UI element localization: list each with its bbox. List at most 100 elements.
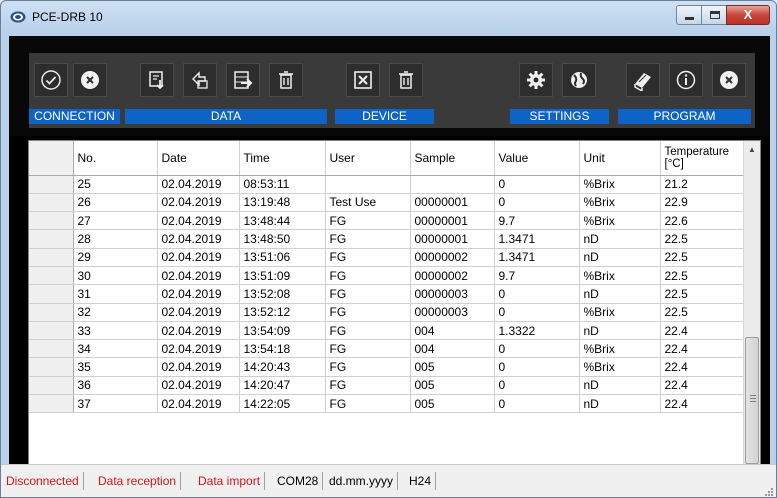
cell-time[interactable]: 13:48:50 (239, 229, 326, 249)
table-row[interactable]: 30 02.04.2019 13:51:09 FG 00000002 9.7 %Brix 22… (29, 266, 745, 286)
table-row[interactable]: 28 02.04.2019 13:48:50 FG 00000001 1.3471 nD 22… (29, 229, 745, 249)
cell-value[interactable]: 0 (494, 339, 580, 359)
column-header-temperature[interactable]: Temperature [°C] (660, 141, 745, 176)
cell-sample[interactable]: 00000003 (410, 303, 495, 322)
cell-temperature[interactable]: 22.4 (660, 339, 745, 359)
cell-temperature[interactable]: 22.4 (660, 357, 745, 377)
cell-date[interactable]: 02.04.2019 (157, 175, 240, 194)
cell-user[interactable]: FG (325, 357, 411, 377)
row-header[interactable] (29, 303, 74, 322)
info-button[interactable] (669, 63, 703, 97)
cell-user[interactable]: FG (325, 248, 411, 267)
cell-time[interactable]: 13:54:09 (239, 321, 326, 341)
cell-date[interactable]: 02.04.2019 (157, 193, 240, 213)
cell-sample[interactable]: 00000002 (410, 248, 495, 267)
cell-value[interactable]: 0 (494, 284, 580, 304)
cell-user[interactable]: FG (325, 321, 411, 341)
cell-date[interactable]: 02.04.2019 (157, 303, 240, 322)
exit-button[interactable] (712, 63, 746, 97)
cell-user[interactable]: FG (325, 229, 411, 249)
cell-unit[interactable]: nD (579, 229, 661, 249)
cell-no[interactable]: 33 (73, 321, 158, 341)
cell-date[interactable]: 02.04.2019 (157, 248, 240, 267)
cell-sample[interactable]: 005 (410, 357, 495, 377)
cell-unit[interactable]: %Brix (579, 303, 661, 322)
device-read-button[interactable] (346, 63, 380, 97)
cell-time[interactable]: 08:53:11 (239, 175, 326, 194)
row-header[interactable] (29, 229, 74, 249)
cell-time[interactable]: 13:51:06 (239, 248, 326, 267)
cell-temperature[interactable]: 22.4 (660, 394, 745, 414)
column-header-no[interactable]: No. (73, 141, 158, 176)
row-header[interactable] (29, 175, 74, 194)
row-header[interactable] (29, 284, 74, 304)
table-row[interactable]: 25 02.04.2019 08:53:11 0 %Brix 21.2 (29, 175, 745, 194)
cell-date[interactable]: 02.04.2019 (157, 321, 240, 341)
cell-temperature[interactable]: 22.4 (660, 321, 745, 341)
maximize-button[interactable] (701, 5, 727, 25)
cell-time[interactable]: 13:19:48 (239, 193, 326, 213)
row-header[interactable] (29, 193, 74, 213)
cell-no[interactable]: 34 (73, 339, 158, 359)
cell-time[interactable]: 14:22:05 (239, 394, 326, 414)
table-row[interactable]: 34 02.04.2019 13:54:18 FG 004 0 %Brix 22.4 (29, 339, 745, 359)
cell-sample[interactable] (410, 175, 495, 194)
cell-unit[interactable]: %Brix (579, 193, 661, 213)
cell-unit[interactable]: nD (579, 394, 661, 414)
cell-time[interactable]: 13:52:12 (239, 303, 326, 322)
disconnect-button[interactable] (73, 63, 107, 97)
cell-value[interactable]: 9.7 (494, 211, 580, 231)
cell-sample[interactable]: 00000002 (410, 266, 495, 286)
table-row[interactable]: 36 02.04.2019 14:20:47 FG 005 0 nD 22.4 (29, 376, 745, 396)
cell-value[interactable]: 0 (494, 175, 580, 194)
row-header[interactable] (29, 394, 74, 414)
data-delete-button[interactable] (269, 63, 303, 97)
connect-button[interactable] (34, 63, 68, 97)
row-header[interactable] (29, 248, 74, 267)
cell-unit[interactable]: %Brix (579, 339, 661, 359)
cell-unit[interactable]: nD (579, 248, 661, 267)
cell-time[interactable]: 13:48:44 (239, 211, 326, 231)
cell-value[interactable]: 1.3471 (494, 229, 580, 249)
cell-value[interactable]: 0 (494, 303, 580, 322)
data-download-button[interactable] (140, 63, 174, 97)
cell-time[interactable]: 14:20:43 (239, 357, 326, 377)
cell-user[interactable]: Test Use (325, 193, 411, 213)
cell-no[interactable]: 27 (73, 211, 158, 231)
minimize-button[interactable] (676, 5, 702, 25)
close-window-button[interactable]: X (726, 5, 770, 25)
row-header[interactable] (29, 211, 74, 231)
cell-no[interactable]: 37 (73, 394, 158, 414)
column-header-sample[interactable]: Sample (410, 141, 495, 176)
cell-unit[interactable]: %Brix (579, 211, 661, 231)
row-header[interactable] (29, 357, 74, 377)
cell-sample[interactable]: 00000001 (410, 229, 495, 249)
resize-grip-icon[interactable] (763, 486, 773, 496)
vertical-scrollbar[interactable]: ▲ ▼ (743, 141, 760, 482)
table-row[interactable]: 27 02.04.2019 13:48:44 FG 00000001 9.7 %Brix 22… (29, 211, 745, 231)
cell-no[interactable]: 25 (73, 175, 158, 194)
cell-sample[interactable]: 005 (410, 394, 495, 414)
cell-user[interactable]: FG (325, 284, 411, 304)
table-row[interactable]: 33 02.04.2019 13:54:09 FG 004 1.3322 nD 22.4 (29, 321, 745, 341)
data-export-button[interactable] (226, 63, 260, 97)
cell-user[interactable]: FG (325, 303, 411, 322)
column-header-time[interactable]: Time (239, 141, 326, 176)
cell-value[interactable]: 0 (494, 357, 580, 377)
cell-temperature[interactable]: 22.5 (660, 284, 745, 304)
cell-user[interactable]: FG (325, 211, 411, 231)
table-row[interactable]: 29 02.04.2019 13:51:06 FG 00000002 1.3471 nD 22… (29, 248, 745, 267)
cell-date[interactable]: 02.04.2019 (157, 284, 240, 304)
cell-temperature[interactable]: 22.5 (660, 229, 745, 249)
cell-sample[interactable]: 00000001 (410, 193, 495, 213)
table-row[interactable]: 26 02.04.2019 13:19:48 Test Use 00000001 0 %Br… (29, 193, 745, 213)
column-header-date[interactable]: Date (157, 141, 240, 176)
cell-temperature[interactable]: 22.5 (660, 303, 745, 322)
cell-no[interactable]: 26 (73, 193, 158, 213)
cell-no[interactable]: 32 (73, 303, 158, 322)
cell-date[interactable]: 02.04.2019 (157, 394, 240, 414)
cell-date[interactable]: 02.04.2019 (157, 229, 240, 249)
cell-temperature[interactable]: 22.4 (660, 376, 745, 396)
table-row[interactable]: 35 02.04.2019 14:20:43 FG 005 0 %Brix 22.4 (29, 357, 745, 377)
data-import-button[interactable] (183, 63, 217, 97)
